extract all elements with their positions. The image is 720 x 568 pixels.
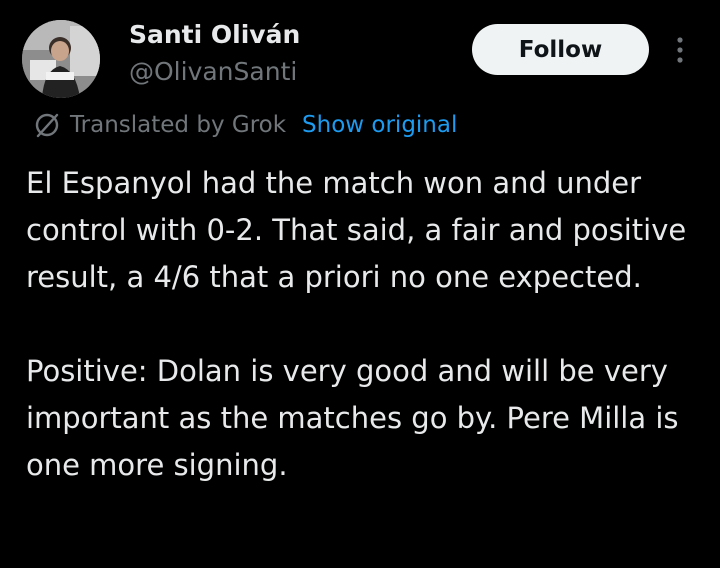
tweet-paragraph: El Espanyol had the match won and under … <box>26 166 687 294</box>
translation-notice: Translated by Grok Show original <box>32 108 457 142</box>
translated-by-label: Translated by Grok <box>70 112 287 138</box>
author-handle[interactable]: @OlivanSanti <box>129 57 297 86</box>
translate-icon <box>32 110 62 140</box>
follow-button[interactable]: Follow <box>472 24 649 75</box>
show-original-link[interactable]: Show original <box>302 112 457 138</box>
tweet-text: El Espanyol had the match won and under … <box>26 160 706 489</box>
tweet-paragraph: Positive: Dolan is very good and will be… <box>26 354 679 482</box>
avatar-photo <box>22 20 100 98</box>
avatar[interactable] <box>22 20 100 98</box>
author-display-name[interactable]: Santi Oliván <box>129 20 300 49</box>
more-vertical-icon[interactable] <box>670 34 690 66</box>
